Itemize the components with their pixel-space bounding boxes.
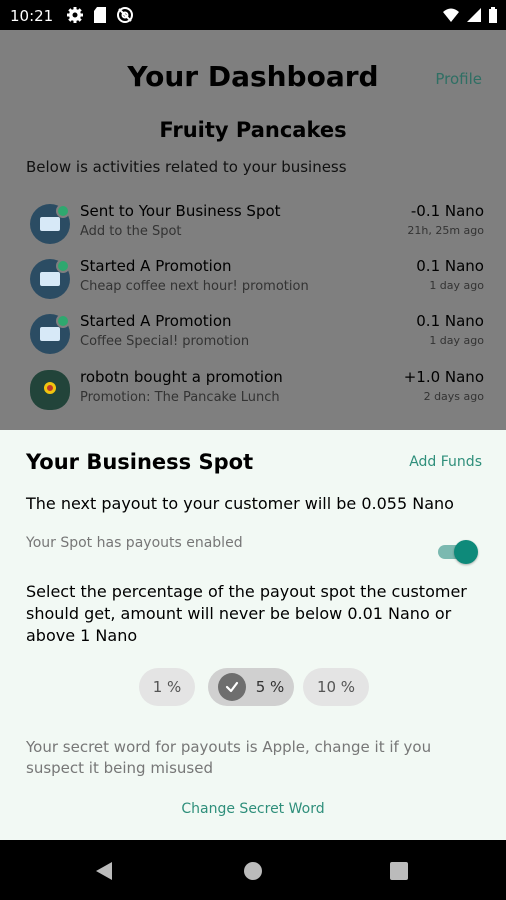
activity-item[interactable]: Started A Promotion Coffee Special! prom… [26,310,484,360]
shop-icon [30,204,70,244]
signal-icon [467,8,481,22]
percent-chip-10[interactable]: 10 % [303,668,369,706]
back-icon[interactable] [96,862,112,880]
activity-amount: +1.0 Nano [403,368,484,386]
activity-description: Promotion: The Pancake Lunch [80,390,280,405]
activity-time: 1 day ago [429,279,484,292]
business-spot-sheet: Your Business Spot Add Funds The next pa… [0,430,506,840]
activity-time: 1 day ago [429,334,484,347]
activity-amount: 0.1 Nano [416,257,484,275]
percent-chip-5[interactable]: 5 % [208,668,294,706]
activity-amount: 0.1 Nano [416,312,484,330]
battery-icon [489,7,497,23]
add-funds-button[interactable]: Add Funds [409,454,482,470]
activity-title: Started A Promotion [80,312,232,330]
status-icons-right [442,6,498,24]
sd-card-icon [94,7,106,23]
status-time: 10:21 [10,7,54,25]
activity-description: Add to the Spot [80,224,182,239]
shop-icon [30,314,70,354]
business-name: Fruity Pancakes [159,118,347,142]
activity-item[interactable]: Sent to Your Business Spot Add to the Sp… [26,200,484,250]
shop-icon [30,259,70,299]
payouts-toggle[interactable] [438,540,478,564]
wifi-icon [443,8,459,22]
business-spot-title: Your Business Spot [26,450,254,474]
percent-chip-label: 1 % [152,678,182,696]
recent-apps-icon[interactable] [390,862,408,880]
status-icons-left [66,6,134,24]
status-bar: 10:21 [0,0,506,30]
navigation-bar [0,840,506,900]
activities-subtitle: Below is activities related to your busi… [26,158,347,176]
percent-chip-label: 10 % [316,678,356,696]
activity-amount: -0.1 Nano [410,202,484,220]
gear-icon [67,7,83,23]
percent-chip-label: 5 % [255,678,285,696]
page-title: Your Dashboard [127,60,379,93]
check-icon [217,673,246,701]
percentage-chips: 1 % 5 % 10 % [0,668,506,708]
secret-word-text: Your secret word for payouts is Apple, c… [26,738,432,777]
home-icon[interactable] [244,862,262,880]
percentage-instruction: Select the percentage of the payout spot… [26,582,467,645]
profile-link[interactable]: Profile [435,70,482,88]
robot-avatar-icon [30,370,70,410]
activity-title: robotn bought a promotion [80,368,283,386]
activity-description: Cheap coffee next hour! promotion [80,279,309,294]
next-payout-text: The next payout to your customer will be… [26,494,454,513]
activity-time: 2 days ago [423,390,484,403]
percent-chip-1[interactable]: 1 % [139,668,195,706]
activity-item[interactable]: robotn bought a promotion Promotion: The… [26,366,484,416]
toggle-thumb [454,540,478,564]
activity-title: Sent to Your Business Spot [80,202,281,220]
payouts-enabled-label: Your Spot has payouts enabled [26,535,243,551]
change-secret-word-button[interactable]: Change Secret Word [0,801,506,817]
activity-title: Started A Promotion [80,257,232,275]
activity-time: 21h, 25m ago [407,224,484,237]
at-sign-icon [117,7,133,23]
activity-description: Coffee Special! promotion [80,334,250,349]
activity-item[interactable]: Started A Promotion Cheap coffee next ho… [26,255,484,305]
